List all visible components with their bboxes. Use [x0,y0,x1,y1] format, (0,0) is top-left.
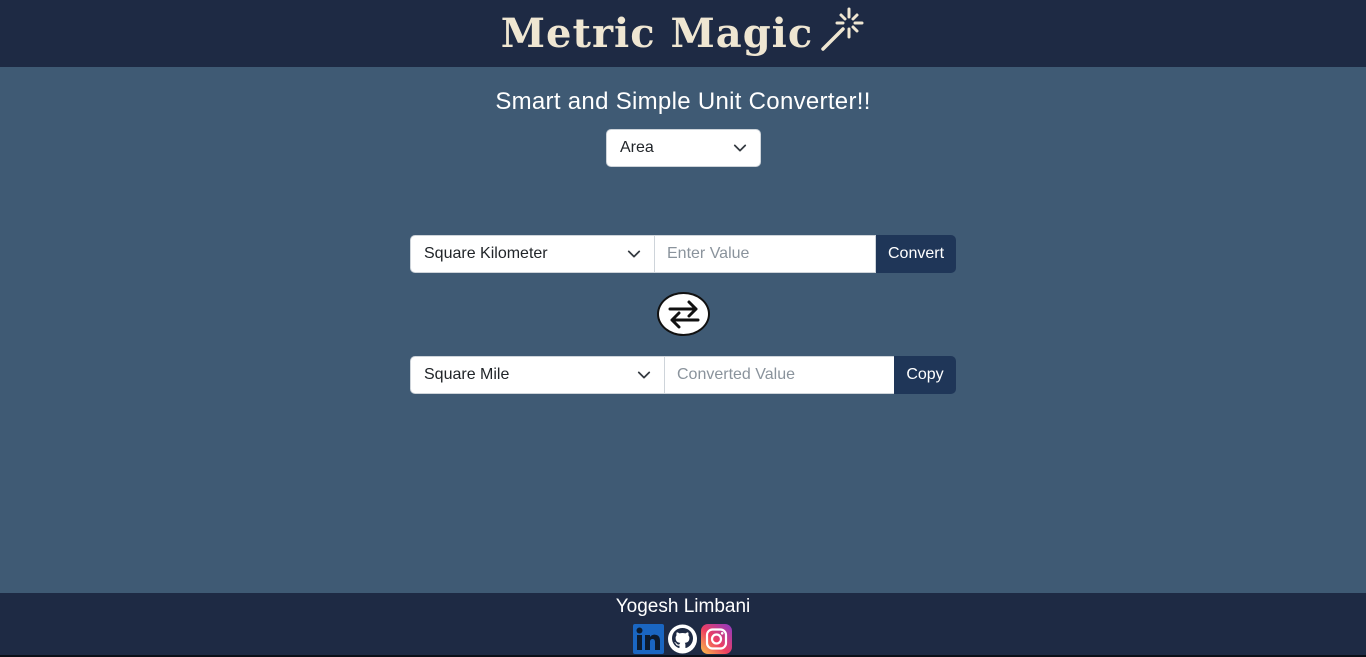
instagram-icon[interactable] [701,624,732,654]
from-unit-value: Square Kilometer [424,245,548,262]
author-name: Yogesh Limbani [615,596,751,617]
to-unit-value: Square Mile [424,366,510,383]
page-subtitle: Smart and Simple Unit Converter!! [495,88,871,115]
convert-button[interactable]: Convert [876,235,956,273]
social-links [633,624,732,654]
linkedin-icon[interactable] [633,624,664,654]
footer: Yogesh Limbani [0,593,1366,655]
value-input[interactable] [655,235,876,273]
chevron-down-icon [627,250,641,258]
to-unit-select[interactable]: Square Mile [410,356,665,394]
copy-button[interactable]: Copy [894,356,956,394]
brand: Metric Magic [501,5,865,63]
swap-arrows-icon [668,300,699,329]
chevron-down-icon [733,144,747,152]
app-title: Metric Magic [500,10,814,57]
chevron-down-icon [637,371,651,379]
category-select[interactable]: Area [606,129,761,167]
app-header: Metric Magic [0,0,1366,67]
from-unit-select[interactable]: Square Kilometer [410,235,655,273]
magic-wand-icon [817,5,865,63]
category-select-value: Area [620,139,654,156]
converted-value-field[interactable] [665,356,895,394]
github-icon[interactable] [667,624,698,654]
swap-button[interactable] [657,292,710,336]
